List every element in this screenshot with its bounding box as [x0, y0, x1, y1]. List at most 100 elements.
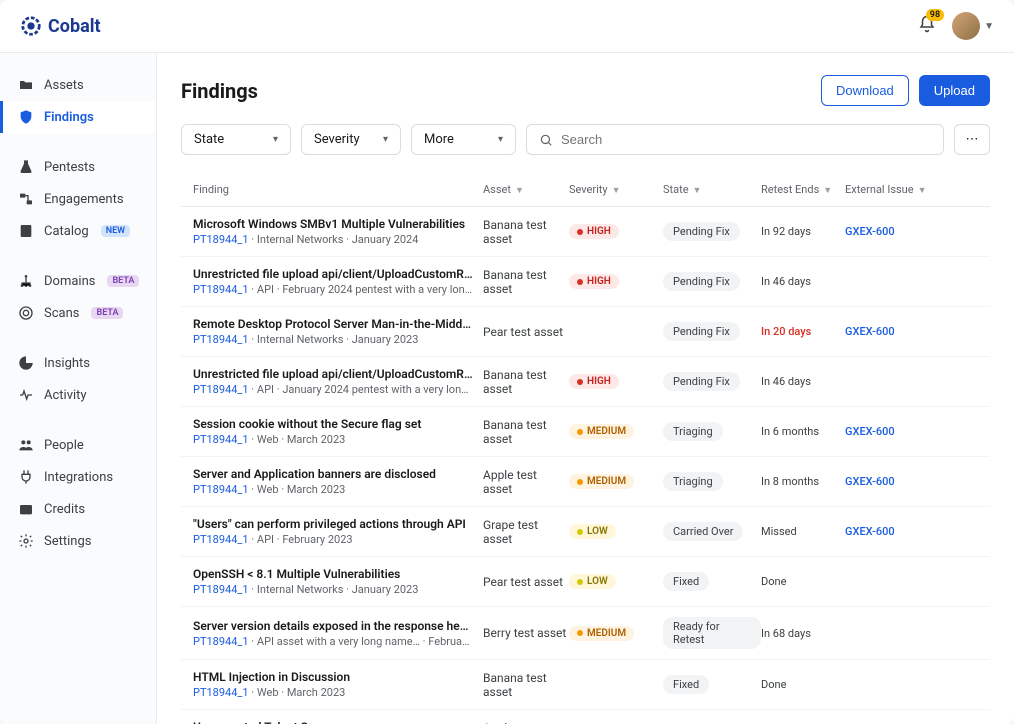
upload-button[interactable]: Upload [919, 75, 990, 106]
external-issue-link[interactable]: GXEX-600 [845, 425, 895, 438]
cell-asset: Banana test asset [483, 268, 569, 296]
table-row[interactable]: Unrestricted file upload api/client/Uplo… [181, 257, 990, 307]
external-issue-link[interactable]: GXEX-600 [845, 475, 895, 488]
pentest-id-link[interactable]: PT18944_1 [193, 583, 249, 596]
severity-pill: HIGH [569, 274, 619, 289]
finding-meta: PT18944_1 · Web · March 2023 [193, 483, 473, 496]
filter-severity[interactable]: Severity ▾ [301, 124, 401, 155]
search-input[interactable] [561, 132, 931, 147]
pentest-id-link[interactable]: PT18944_1 [193, 533, 249, 546]
sort-icon: ▼ [823, 186, 832, 196]
sidebar-item-people[interactable]: People [0, 429, 156, 461]
sidebar-item-insights[interactable]: Insights [0, 347, 156, 379]
brand-logo[interactable]: Cobalt [20, 15, 101, 37]
flask-icon [18, 159, 34, 175]
cell-finding: Server and Application banners are discl… [193, 467, 483, 496]
sidebar-item-label: Integrations [44, 470, 113, 485]
cell-severity: LOW [569, 574, 663, 590]
cell-finding: OpenSSH < 8.1 Multiple Vulnerabilities P… [193, 567, 483, 596]
pulse-icon [18, 387, 34, 403]
cell-state: Triaging [663, 422, 761, 441]
cell-external: GXEX-600 [845, 424, 929, 439]
cell-state: Triaging [663, 472, 761, 491]
search-box[interactable] [526, 124, 944, 155]
filter-state[interactable]: State ▾ [181, 124, 291, 155]
pentest-id-link[interactable]: PT18944_1 [193, 433, 249, 446]
pentest-id-link[interactable]: PT18944_1 [193, 283, 249, 296]
cell-state: Pending Fix [663, 372, 761, 391]
filter-state-label: State [194, 132, 224, 147]
sort-icon: ▼ [918, 186, 927, 196]
sidebar-item-findings[interactable]: Findings [0, 101, 156, 133]
pentest-id-link[interactable]: PT18944_1 [193, 686, 249, 699]
sidebar-item-label: Findings [44, 110, 94, 125]
severity-dot-icon [577, 229, 583, 235]
filter-more[interactable]: More ▾ [411, 124, 516, 155]
table-row[interactable]: Unrestricted file upload api/client/Uplo… [181, 357, 990, 407]
sidebar-item-catalog[interactable]: CatalogNEW [0, 215, 156, 247]
table-row[interactable]: Session cookie without the Secure flag s… [181, 407, 990, 457]
pentest-id-link[interactable]: PT18944_1 [193, 333, 249, 346]
table-row[interactable]: Unencrypted Telnet Server PT18944_1 · In… [181, 710, 990, 724]
col-severity[interactable]: Severity▼ [569, 183, 663, 196]
pentest-id-link[interactable]: PT18944_1 [193, 483, 249, 496]
state-pill: Pending Fix [663, 272, 740, 291]
cell-external: GXEX-600 [845, 224, 929, 239]
sidebar-item-label: Pentests [44, 160, 95, 175]
cell-asset: Apple test asset [483, 721, 569, 724]
pentest-id-link[interactable]: PT18944_1 [193, 383, 249, 396]
sidebar-item-engagements[interactable]: Engagements [0, 183, 156, 215]
table-row[interactable]: Server version details exposed in the re… [181, 607, 990, 660]
external-issue-link[interactable]: GXEX-600 [845, 225, 895, 238]
sidebar-item-settings[interactable]: Settings [0, 525, 156, 557]
sidebar-item-integrations[interactable]: Integrations [0, 461, 156, 493]
col-external[interactable]: External Issue▼ [845, 183, 929, 196]
col-asset[interactable]: Asset▼ [483, 183, 569, 196]
sidebar-item-scans[interactable]: ScansBETA [0, 297, 156, 329]
cell-retest: Done [761, 678, 845, 691]
col-retest[interactable]: Retest Ends▼ [761, 183, 845, 196]
table-row[interactable]: HTML Injection in Discussion PT18944_1 ·… [181, 660, 990, 710]
cell-finding: Unrestricted file upload api/client/Uplo… [193, 267, 483, 296]
cell-finding: Unencrypted Telnet Server PT18944_1 · In… [193, 720, 483, 724]
user-menu[interactable]: ▼ [952, 12, 994, 40]
col-finding[interactable]: Finding [193, 183, 483, 196]
sidebar-item-assets[interactable]: Assets [0, 69, 156, 101]
table-row[interactable]: OpenSSH < 8.1 Multiple Vulnerabilities P… [181, 557, 990, 607]
badge-beta: BETA [107, 275, 139, 287]
col-state[interactable]: State▼ [663, 183, 761, 196]
state-pill: Fixed [663, 572, 709, 591]
cell-severity: LOW [569, 524, 663, 540]
sidebar-item-label: Engagements [44, 192, 124, 207]
download-button[interactable]: Download [821, 75, 909, 106]
cell-severity: MEDIUM [569, 474, 663, 490]
cell-state: Pending Fix [663, 222, 761, 241]
table-row[interactable]: "Users" can perform privileged actions t… [181, 507, 990, 557]
cell-asset: Pear test asset [483, 325, 569, 339]
notifications-button[interactable]: 98 [918, 15, 936, 37]
sidebar-item-domains[interactable]: DomainsBETA [0, 265, 156, 297]
table-row[interactable]: Microsoft Windows SMBv1 Multiple Vulnera… [181, 207, 990, 257]
sidebar-item-pentests[interactable]: Pentests [0, 151, 156, 183]
overflow-menu-button[interactable]: ⋯ [954, 124, 990, 155]
table-row[interactable]: Remote Desktop Protocol Server Man-in-th… [181, 307, 990, 357]
state-pill: Pending Fix [663, 372, 740, 391]
sidebar-item-credits[interactable]: Credits [0, 493, 156, 525]
external-issue-link[interactable]: GXEX-600 [845, 525, 895, 538]
sidebar-item-label: Insights [44, 356, 90, 371]
sidebar-item-activity[interactable]: Activity [0, 379, 156, 411]
finding-meta: PT18944_1 · Internal Networks · January … [193, 233, 473, 246]
pentest-id-link[interactable]: PT18944_1 [193, 233, 249, 246]
cell-finding: "Users" can perform privileged actions t… [193, 517, 483, 546]
table-row[interactable]: Server and Application banners are discl… [181, 457, 990, 507]
severity-pill: HIGH [569, 224, 619, 239]
main-content: Findings Download Upload State ▾ Severit… [157, 53, 1014, 724]
pentest-id-link[interactable]: PT18944_1 [193, 635, 249, 648]
state-pill: Ready for Retest [663, 617, 761, 649]
external-issue-link[interactable]: GXEX-600 [845, 325, 895, 338]
cell-retest: In 68 days [761, 627, 845, 640]
body: Assets Findings Pentests Engagements Catalog… [0, 53, 1014, 724]
sitemap-icon [18, 273, 34, 289]
finding-meta: PT18944_1 · Web · March 2023 [193, 686, 473, 699]
severity-pill: MEDIUM [569, 626, 634, 641]
